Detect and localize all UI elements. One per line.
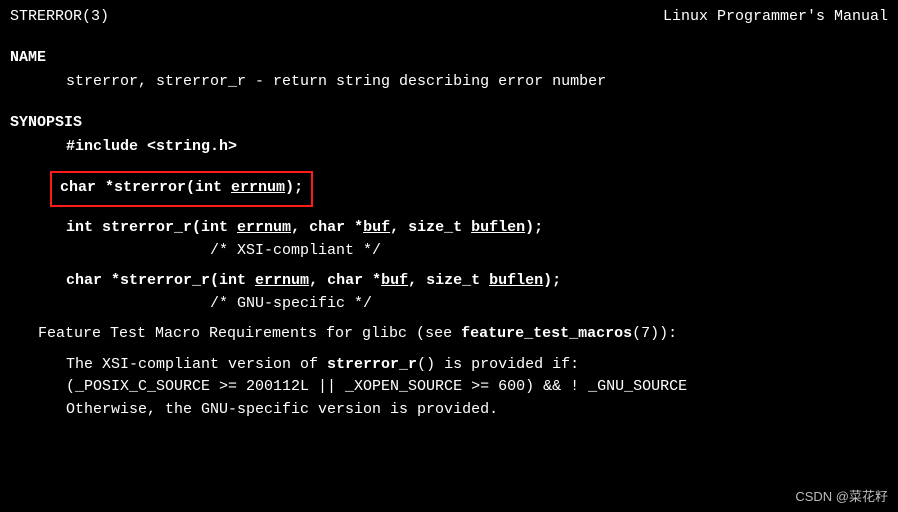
name-line: strerror, strerror_r - return string des…	[10, 71, 888, 94]
ftm-xsi-line: The XSI-compliant version of strerror_r(…	[10, 354, 888, 377]
section-heading-synopsis: SYNOPSIS	[10, 112, 888, 135]
fn-strerror-r-gnu: char *strerror_r(int errnum, char *buf, …	[10, 270, 888, 293]
comment-xsi: /* XSI-compliant */	[10, 240, 888, 263]
fn-strerror: char *strerror(int errnum);	[60, 179, 303, 196]
fn-strerror-r-xsi: int strerror_r(int errnum, char *buf, si…	[10, 217, 888, 240]
manpage-id: STRERROR(3)	[10, 6, 109, 29]
watermark: CSDN @菜花籽	[795, 487, 888, 507]
ftm-line: Feature Test Macro Requirements for glib…	[10, 323, 888, 346]
manpage-source: Linux Programmer's Manual	[663, 6, 888, 29]
section-heading-name: NAME	[10, 47, 888, 70]
ftm-condition: (_POSIX_C_SOURCE >= 200112L || _XOPEN_SO…	[10, 376, 888, 399]
ftm-otherwise: Otherwise, the GNU-specific version is p…	[10, 399, 888, 422]
comment-gnu: /* GNU-specific */	[10, 293, 888, 316]
highlight-box: char *strerror(int errnum);	[50, 171, 313, 208]
include-line: #include <string.h>	[10, 136, 888, 159]
manpage-header: STRERROR(3) Linux Programmer's Manual	[10, 6, 888, 29]
